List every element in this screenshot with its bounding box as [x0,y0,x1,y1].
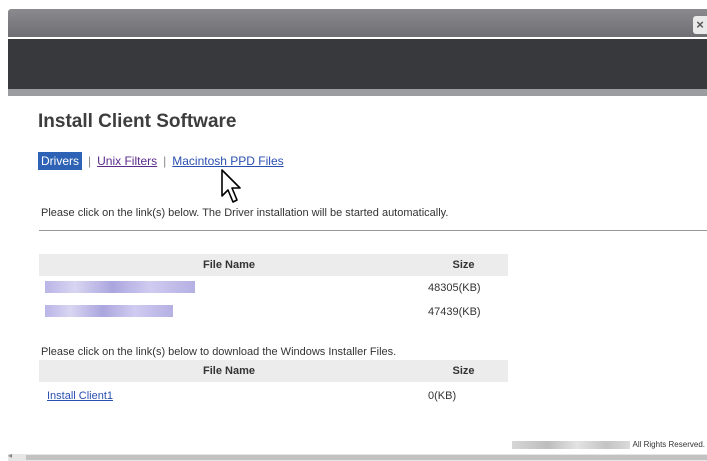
horizontal-scrollbar[interactable]: ◂ [8,451,707,461]
footer: All Rights Reserved. [511,440,705,449]
driver-file-link-redacted[interactable] [45,304,173,317]
column-file-name: File Name [203,365,255,377]
driver-file-link-redacted[interactable] [45,280,195,293]
tab-bar: Drivers | Unix Filters | Macintosh PPD F… [38,152,284,170]
table-row: 48305(KB) [39,276,508,300]
scrollbar-thumb[interactable] [26,455,707,460]
column-file-name: File Name [203,259,255,271]
driver-instruction: Please click on the link(s) below. The D… [41,207,449,219]
scroll-left-icon[interactable]: ◂ [8,451,12,460]
installer-instruction: Please click on the link(s) below to dow… [41,346,397,358]
copyright-redacted [511,440,630,449]
tab-macintosh-ppd-files[interactable]: Macintosh PPD Files [172,154,283,168]
file-size: 48305(KB) [428,282,481,294]
file-size: 47439(KB) [428,306,481,318]
table-row: Install Client1 0(KB) [39,382,508,410]
file-size: 0(KB) [428,390,457,402]
tab-separator: | [88,154,92,168]
tab-drivers[interactable]: Drivers [38,152,82,170]
header-subbar [8,89,707,96]
footer-text: All Rights Reserved. [632,440,705,449]
close-button[interactable]: × [693,16,707,34]
table-row: 47439(KB) [39,300,508,324]
mouse-cursor-icon [221,169,241,203]
page-title: Install Client Software [38,111,237,132]
installer-table: File Name Size Install Client1 0(KB) [39,360,508,410]
header-bar [8,39,707,89]
table-header: File Name Size [39,360,508,382]
window-title-bar: × [8,9,707,37]
column-size: Size [452,365,475,377]
table-header: File Name Size [39,254,508,276]
install-client1-link[interactable]: Install Client1 [47,390,113,402]
driver-table: File Name Size 48305(KB) 47439(KB) [39,254,508,324]
divider [39,230,707,231]
close-icon: × [696,17,704,32]
tab-unix-filters[interactable]: Unix Filters [97,154,157,168]
column-size: Size [452,259,475,271]
tab-separator: | [163,154,167,168]
